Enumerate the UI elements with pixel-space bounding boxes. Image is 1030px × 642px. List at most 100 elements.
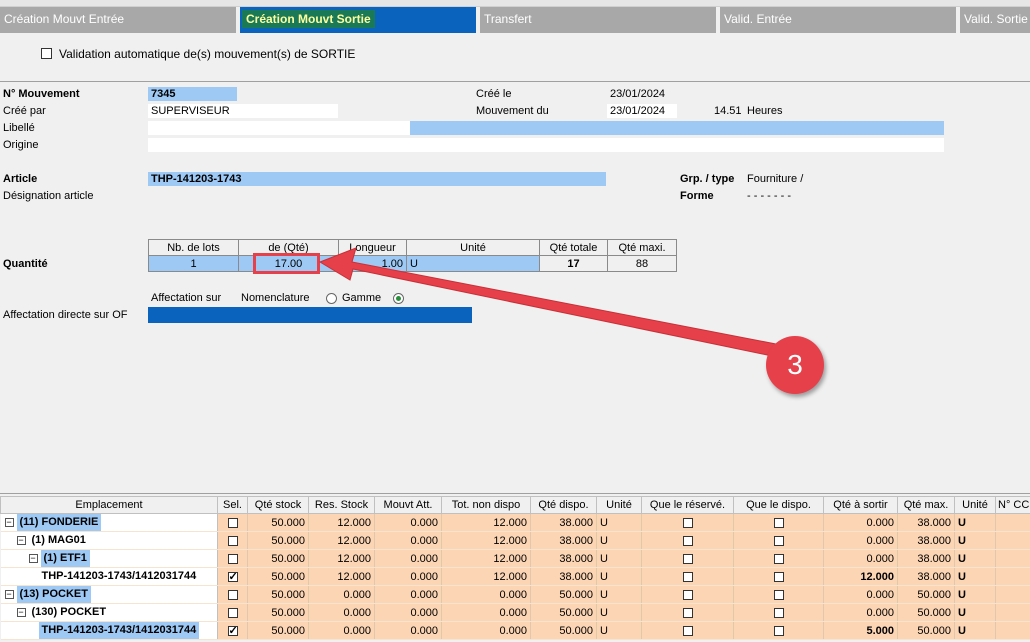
grid-header-que-dispo[interactable]: Que le dispo. xyxy=(733,496,824,514)
que-dispo-checkbox[interactable] xyxy=(773,571,784,582)
que-dispo-checkbox[interactable] xyxy=(773,517,784,528)
que-dispo-checkbox[interactable] xyxy=(773,625,784,636)
select-cell[interactable] xyxy=(217,603,248,622)
collapse-toggle-icon[interactable]: − xyxy=(4,517,14,527)
que-reserve-checkbox[interactable] xyxy=(682,553,693,564)
table-row[interactable]: − (1) MAG01 50.000 12.000 0.000 12.000 38.000 U… xyxy=(0,531,1030,550)
grid-header-qte-sortir[interactable]: Qté à sortir xyxy=(823,496,898,514)
qte-sortir-cell[interactable]: 0.000 xyxy=(823,513,898,532)
location-cell[interactable]: − (1) MAG01 xyxy=(0,531,218,550)
que-reserve-cell[interactable] xyxy=(641,621,734,640)
collapse-toggle-icon[interactable]: − xyxy=(4,589,14,599)
qte-sortir-cell[interactable]: 5.000 xyxy=(823,621,898,640)
qte-stock-cell: 50.000 xyxy=(247,513,309,532)
select-checkbox[interactable] xyxy=(227,517,238,528)
select-checkbox[interactable] xyxy=(227,624,238,637)
select-cell[interactable] xyxy=(217,531,248,550)
que-dispo-cell[interactable] xyxy=(733,513,824,532)
table-row[interactable]: − (1) ETF1 50.000 12.000 0.000 12.000 38.000 U 0… xyxy=(0,549,1030,568)
location-cell[interactable]: − (11) FONDERIE xyxy=(0,513,218,532)
grid-header-sel[interactable]: Sel. xyxy=(217,496,248,514)
select-cell[interactable] xyxy=(217,621,248,640)
location-label: (13) POCKET xyxy=(16,586,91,603)
qte-sortir-cell[interactable]: 0.000 xyxy=(823,549,898,568)
grid-header-qte-max[interactable]: Qté max. xyxy=(897,496,955,514)
tot-non-dispo-cell: 12.000 xyxy=(441,531,531,550)
location-cell[interactable]: − (1) ETF1 xyxy=(0,549,218,568)
table-row[interactable]: − (13) POCKET 50.000 0.000 0.000 0.000 50.000 U… xyxy=(0,585,1030,604)
select-cell[interactable] xyxy=(217,567,248,586)
select-cell[interactable] xyxy=(217,585,248,604)
qte-dispo-cell: 50.000 xyxy=(530,621,597,640)
que-dispo-cell[interactable] xyxy=(733,585,824,604)
que-reserve-checkbox[interactable] xyxy=(682,535,693,546)
select-checkbox[interactable] xyxy=(227,535,238,546)
que-dispo-cell[interactable] xyxy=(733,549,824,568)
que-reserve-cell[interactable] xyxy=(641,567,734,586)
unite-2-cell: U xyxy=(954,567,996,586)
qte-dispo-cell: 38.000 xyxy=(530,549,597,568)
qte-sortir-cell[interactable]: 12.000 xyxy=(823,567,898,586)
que-reserve-cell[interactable] xyxy=(641,531,734,550)
que-dispo-cell[interactable] xyxy=(733,603,824,622)
unite-2-cell: U xyxy=(954,603,996,622)
que-dispo-checkbox[interactable] xyxy=(773,589,784,600)
select-cell[interactable] xyxy=(217,513,248,532)
qte-sortir-cell[interactable]: 0.000 xyxy=(823,585,898,604)
grid-divider xyxy=(0,493,1030,494)
unite-cell: U xyxy=(596,513,642,532)
grid-header-emplacement[interactable]: Emplacement xyxy=(0,496,218,514)
table-row[interactable]: − (130) POCKET 50.000 0.000 0.000 0.000 50.000… xyxy=(0,603,1030,622)
tot-non-dispo-cell: 12.000 xyxy=(441,567,531,586)
que-reserve-checkbox[interactable] xyxy=(682,625,693,636)
select-checkbox[interactable] xyxy=(227,607,238,618)
grid-header-qte-stock[interactable]: Qté stock xyxy=(247,496,309,514)
select-checkbox[interactable] xyxy=(227,589,238,600)
que-dispo-cell[interactable] xyxy=(733,531,824,550)
table-row[interactable]: THP-141203-1743/141203174450.00012.0000.… xyxy=(0,567,1030,586)
que-dispo-cell[interactable] xyxy=(733,621,824,640)
que-reserve-checkbox[interactable] xyxy=(682,517,693,528)
grid-header-qte-dispo[interactable]: Qté dispo. xyxy=(530,496,597,514)
grid-header-res-stock[interactable]: Res. Stock xyxy=(308,496,375,514)
collapse-toggle-icon[interactable]: − xyxy=(16,607,26,617)
select-checkbox[interactable] xyxy=(227,570,238,583)
location-cell[interactable]: THP-141203-1743/1412031744 xyxy=(0,621,218,640)
que-reserve-checkbox[interactable] xyxy=(682,589,693,600)
que-reserve-cell[interactable] xyxy=(641,585,734,604)
qte-sortir-cell[interactable]: 0.000 xyxy=(823,603,898,622)
grid-header-que-reserve[interactable]: Que le réservé. xyxy=(641,496,734,514)
collapse-toggle-icon[interactable]: − xyxy=(28,553,38,563)
grid-header-unite-2[interactable]: Unité xyxy=(954,496,996,514)
que-dispo-checkbox[interactable] xyxy=(773,607,784,618)
location-cell[interactable]: − (13) POCKET xyxy=(0,585,218,604)
que-dispo-checkbox[interactable] xyxy=(773,553,784,564)
mouvt-att-cell: 0.000 xyxy=(374,531,442,550)
que-reserve-checkbox[interactable] xyxy=(682,607,693,618)
grid-header-unite[interactable]: Unité xyxy=(596,496,642,514)
select-checkbox[interactable] xyxy=(227,553,238,564)
que-dispo-checkbox[interactable] xyxy=(773,535,784,546)
que-reserve-cell[interactable] xyxy=(641,603,734,622)
table-row[interactable]: − (11) FONDERIE 50.000 12.000 0.000 12.000 38.… xyxy=(0,513,1030,532)
grid-header-tot-non-dispo[interactable]: Tot. non dispo xyxy=(441,496,531,514)
mouvt-att-cell: 0.000 xyxy=(374,603,442,622)
grid-header-mouvt-att[interactable]: Mouvt Att. xyxy=(374,496,442,514)
num-cc-cell xyxy=(995,513,1030,532)
que-reserve-cell[interactable] xyxy=(641,513,734,532)
num-cc-cell xyxy=(995,585,1030,604)
collapse-toggle-icon[interactable]: − xyxy=(16,535,26,545)
que-reserve-checkbox[interactable] xyxy=(682,571,693,582)
que-reserve-cell[interactable] xyxy=(641,549,734,568)
qte-sortir-cell[interactable]: 0.000 xyxy=(823,531,898,550)
res-stock-cell: 12.000 xyxy=(308,531,375,550)
location-cell[interactable]: THP-141203-1743/1412031744 xyxy=(0,567,218,586)
grid-header-num-cc[interactable]: N° CC xyxy=(995,496,1030,514)
tot-non-dispo-cell: 0.000 xyxy=(441,603,531,622)
unite-cell: U xyxy=(596,603,642,622)
select-cell[interactable] xyxy=(217,549,248,568)
res-stock-cell: 12.000 xyxy=(308,549,375,568)
location-cell[interactable]: − (130) POCKET xyxy=(0,603,218,622)
table-row[interactable]: THP-141203-1743/141203174450.0000.0000.0… xyxy=(0,621,1030,640)
que-dispo-cell[interactable] xyxy=(733,567,824,586)
